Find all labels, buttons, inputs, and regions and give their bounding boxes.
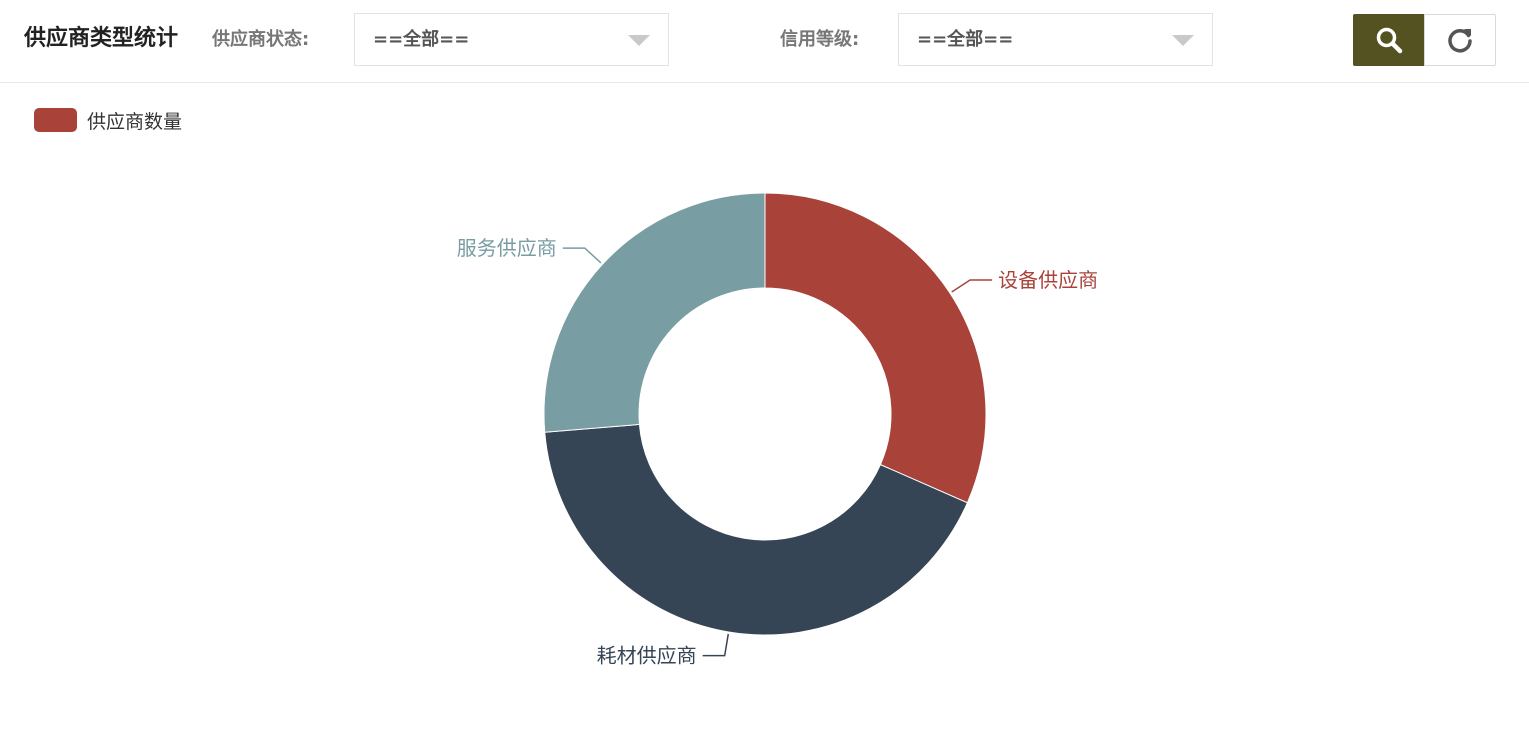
status-filter-label: 供应商状态: [212, 29, 310, 50]
pie-slice-0[interactable] [764, 192, 987, 504]
label-line-0 [951, 279, 993, 293]
slice-label-1: 耗材供应商 [597, 644, 697, 668]
label-line-1 [702, 633, 730, 657]
filter-toolbar: 供应商类型统计 供应商状态: ==全部== 信用等级: ==全部== [0, 0, 1529, 83]
status-filter-select[interactable]: ==全部== [354, 13, 669, 66]
slice-label-2: 服务供应商 [457, 236, 557, 260]
search-button[interactable] [1353, 14, 1425, 66]
pie-slice-2[interactable] [543, 192, 766, 433]
credit-filter-label: 信用等级: [780, 29, 860, 50]
label-line-2 [562, 247, 602, 264]
slice-label-0: 设备供应商 [998, 268, 1098, 292]
refresh-button[interactable] [1424, 14, 1496, 66]
refresh-icon [1448, 29, 1472, 53]
donut-chart: 设备供应商耗材供应商 服务供应商 [457, 192, 1098, 668]
credit-filter-value: ==全部== [917, 29, 1014, 50]
status-filter-value: ==全部== [373, 29, 470, 50]
credit-filter-select[interactable]: ==全部== [898, 13, 1213, 66]
chevron-down-icon [628, 35, 650, 46]
search-icon [1376, 27, 1403, 54]
page-title: 供应商类型统计 [24, 26, 179, 51]
chevron-down-icon [1172, 35, 1194, 46]
